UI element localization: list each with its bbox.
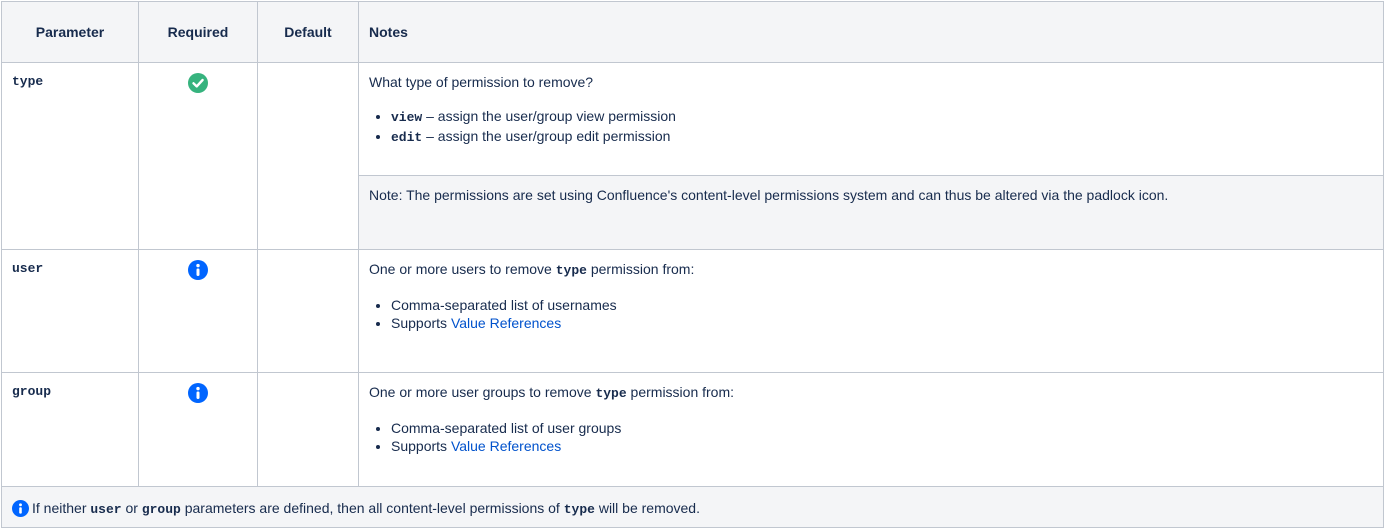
table-row-type: type What type of permission to remove? … [1,62,1384,250]
notes-intro-user: One or more users to remove type permiss… [369,260,1373,280]
footer-text-part: or [121,499,142,516]
type-options-list: view – assign the user/group view permis… [369,107,1373,147]
param-name-user: user [1,249,139,373]
list-item: Comma-separated list of usernames [391,296,1373,314]
intro-text: One or more user groups to remove [369,384,596,400]
list-item-text: – assign the user/group view permission [422,108,676,124]
code-type: type [595,386,627,401]
required-cell-user [138,249,258,373]
list-item: edit – assign the user/group edit permis… [391,127,1373,147]
intro-text: permission from: [626,384,735,400]
value-references-link[interactable]: Value References [451,438,561,454]
user-options-list: Comma-separated list of usernames Suppor… [369,296,1373,332]
header-required: Required [138,1,258,63]
code-type: type [555,263,587,278]
param-name-group: group [1,372,139,487]
header-notes: Notes [358,1,1384,63]
header-row: Parameter Required Default Notes [1,1,1384,63]
info-icon [188,260,208,280]
list-item: Comma-separated list of user groups [391,419,1373,437]
intro-text: One or more users to remove [369,261,556,277]
footer-text-part: will be removed. [594,499,700,516]
default-cell-type [257,62,359,250]
footer-text-part: parameters are defined, then all content… [180,499,564,516]
info-icon [12,499,29,517]
list-item-text: Supports [391,315,451,331]
header-parameter: Parameter [1,1,139,63]
footer-note: If neither user or group parameters are … [1,486,1384,528]
code-user: user [90,501,122,517]
code-view: view [391,110,423,125]
list-item: Supports Value References [391,437,1373,455]
notes-cell-group: One or more user groups to remove type p… [358,372,1384,487]
notes-cell-type: What type of permission to remove? view … [358,62,1384,176]
header-default: Default [257,1,359,63]
list-item: Supports Value References [391,314,1373,332]
default-cell-user [257,249,359,373]
param-name-type: type [1,62,139,250]
intro-text: permission from: [586,261,695,277]
info-icon [188,383,208,403]
code-type: type [563,501,595,517]
table-row-footer: If neither user or group parameters are … [1,486,1384,528]
check-icon [188,73,208,93]
group-options-list: Comma-separated list of user groups Supp… [369,419,1373,455]
parameters-table: Parameter Required Default Notes type Wh… [1,1,1384,528]
footer-note-content: If neither user or group parameters are … [12,499,1373,517]
code-edit: edit [391,130,423,145]
required-cell-group [138,372,258,487]
table-row-group: group One or more user groups to remove … [1,372,1384,487]
footer-text: If neither user or group parameters are … [32,500,700,517]
table-row-user: user One or more users to remove type pe… [1,249,1384,373]
footer-text-part: If neither [32,499,91,516]
list-item-text: – assign the user/group edit permission [422,128,671,144]
list-item-text: Supports [391,438,451,454]
default-cell-group [257,372,359,487]
code-group: group [141,501,181,517]
notes-intro-group: One or more user groups to remove type p… [369,383,1373,403]
notes-cell-user: One or more users to remove type permiss… [358,249,1384,373]
required-cell-type [138,62,258,250]
value-references-link[interactable]: Value References [451,315,561,331]
list-item: view – assign the user/group view permis… [391,107,1373,127]
type-note: Note: The permissions are set using Conf… [358,174,1384,251]
notes-intro-type: What type of permission to remove? [369,74,594,90]
